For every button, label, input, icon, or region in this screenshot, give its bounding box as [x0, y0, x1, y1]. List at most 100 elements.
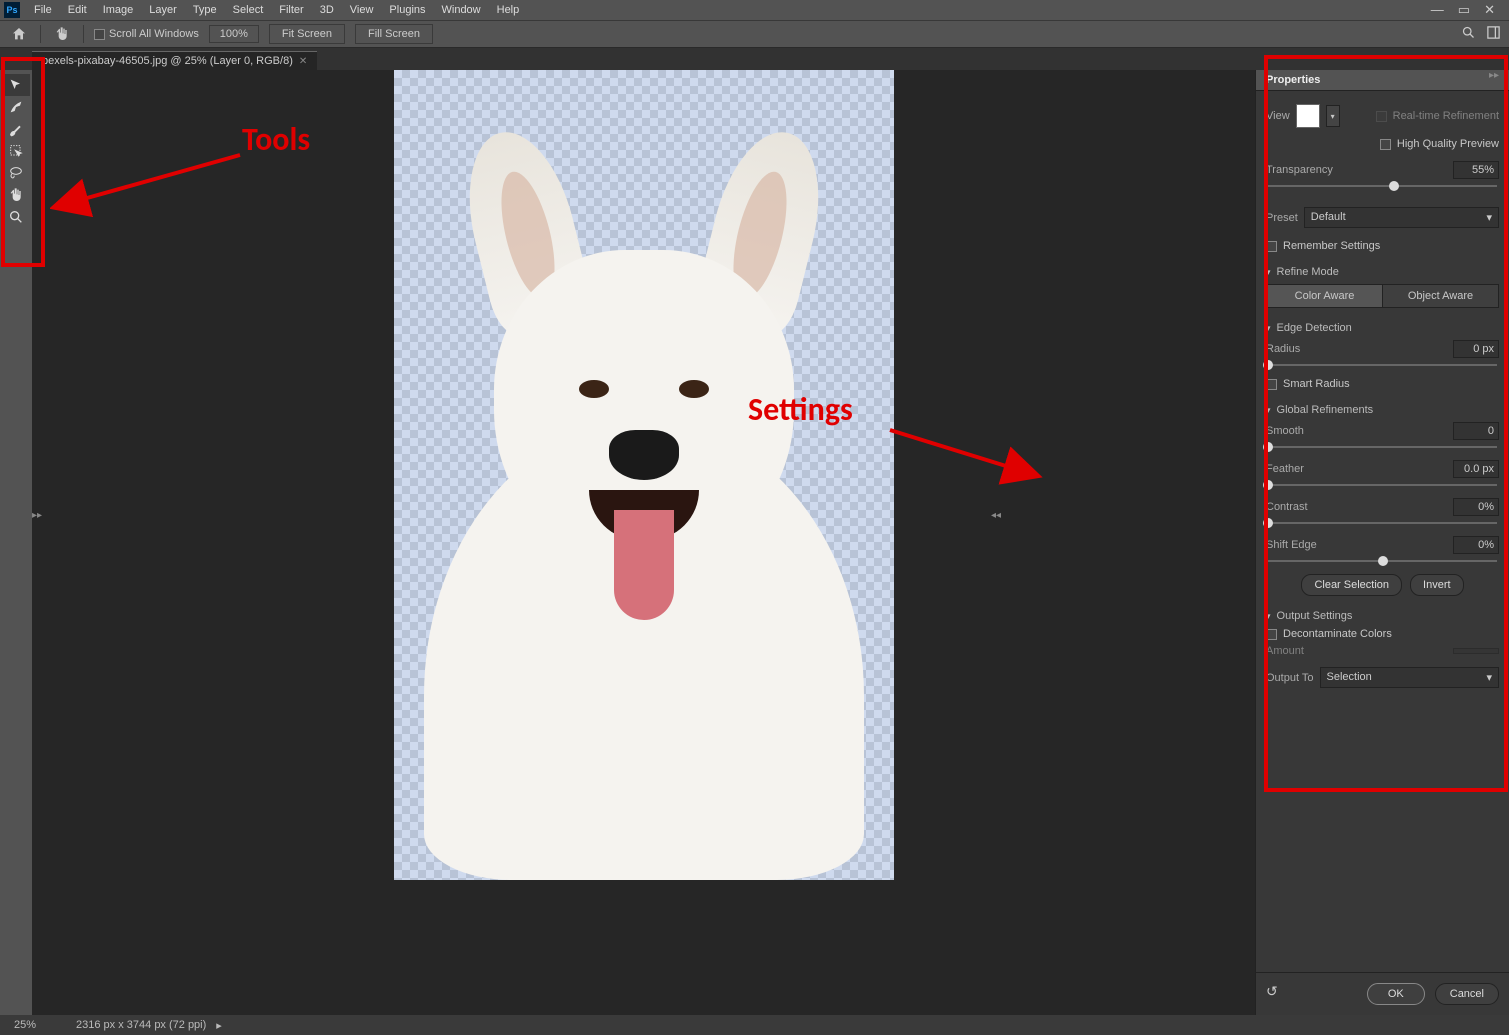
- divider: [83, 25, 84, 43]
- decontaminate-checkbox[interactable]: Decontaminate Colors: [1266, 628, 1499, 640]
- collapse-right-icon[interactable]: ◂◂: [991, 510, 1001, 521]
- tab-close-icon[interactable]: ✕: [299, 56, 307, 67]
- document-tab[interactable]: pexels-pixabay-46505.jpg @ 25% (Layer 0,…: [32, 51, 317, 70]
- feather-label: Feather: [1266, 463, 1304, 475]
- preset-dropdown[interactable]: Default ▾: [1304, 207, 1499, 228]
- fit-screen-button[interactable]: Fit Screen: [269, 24, 345, 44]
- zoom-value[interactable]: 100%: [209, 25, 259, 43]
- shift-edge-slider[interactable]: [1268, 560, 1497, 562]
- hand-icon[interactable]: [51, 24, 73, 44]
- properties-tab[interactable]: Properties: [1256, 70, 1509, 91]
- quick-select-tool[interactable]: [2, 74, 30, 96]
- lasso-tool[interactable]: [2, 162, 30, 184]
- fill-screen-button[interactable]: Fill Screen: [355, 24, 433, 44]
- menu-bar: Ps File Edit Image Layer Type Select Fil…: [0, 0, 1509, 20]
- collapse-panel-icon[interactable]: ▸▸: [1489, 70, 1499, 81]
- toolbar: [0, 70, 32, 1015]
- menu-select[interactable]: Select: [225, 2, 272, 18]
- smooth-label: Smooth: [1266, 425, 1304, 437]
- transparency-value[interactable]: 55%: [1453, 161, 1499, 179]
- radius-value[interactable]: 0 px: [1453, 340, 1499, 358]
- chevron-down-icon: ▾: [1266, 611, 1271, 622]
- hand-tool[interactable]: [2, 184, 30, 206]
- hq-preview-checkbox[interactable]: High Quality Preview: [1380, 138, 1499, 150]
- view-thumbnail[interactable]: [1296, 104, 1320, 128]
- menu-type[interactable]: Type: [185, 2, 225, 18]
- object-aware-button[interactable]: Object Aware: [1382, 285, 1498, 307]
- refine-mode-section[interactable]: ▾ Refine Mode: [1266, 266, 1499, 278]
- cancel-button[interactable]: Cancel: [1435, 983, 1499, 1005]
- chevron-down-icon: ▾: [1486, 671, 1492, 684]
- contrast-label: Contrast: [1266, 501, 1308, 513]
- refine-mode-label: Refine Mode: [1277, 266, 1339, 278]
- global-label: Global Refinements: [1277, 404, 1374, 416]
- output-to-value: Selection: [1327, 671, 1372, 684]
- menu-layer[interactable]: Layer: [141, 2, 185, 18]
- home-icon[interactable]: [8, 24, 30, 44]
- document-canvas[interactable]: [394, 70, 894, 880]
- ok-button[interactable]: OK: [1367, 983, 1425, 1005]
- chevron-down-icon: ▾: [1486, 211, 1492, 224]
- minimize-icon[interactable]: —: [1431, 2, 1444, 18]
- zoom-tool[interactable]: [2, 206, 30, 228]
- preset-value: Default: [1311, 211, 1346, 224]
- workspace-switcher-icon[interactable]: [1486, 25, 1501, 43]
- app-icon: Ps: [4, 2, 20, 18]
- menu-window[interactable]: Window: [434, 2, 489, 18]
- status-zoom[interactable]: 25%: [14, 1019, 36, 1031]
- feather-slider[interactable]: [1268, 484, 1497, 486]
- realtime-label: Real-time Refinement: [1393, 110, 1499, 122]
- smooth-slider[interactable]: [1268, 446, 1497, 448]
- invert-button[interactable]: Invert: [1410, 574, 1464, 596]
- shift-edge-value[interactable]: 0%: [1453, 536, 1499, 554]
- color-aware-button[interactable]: Color Aware: [1267, 285, 1382, 307]
- menu-plugins[interactable]: Plugins: [381, 2, 433, 18]
- search-icon[interactable]: [1461, 25, 1476, 43]
- menu-file[interactable]: File: [26, 2, 60, 18]
- status-dims[interactable]: 2316 px x 3744 px (72 ppi): [76, 1019, 206, 1031]
- refine-edge-brush-tool[interactable]: [2, 96, 30, 118]
- feather-value[interactable]: 0.0 px: [1453, 460, 1499, 478]
- smooth-value[interactable]: 0: [1453, 422, 1499, 440]
- decontaminate-label: Decontaminate Colors: [1283, 628, 1392, 640]
- chevron-down-icon: ▾: [1266, 267, 1271, 278]
- scroll-all-checkbox[interactable]: Scroll All Windows: [94, 28, 199, 40]
- options-bar: Scroll All Windows 100% Fit Screen Fill …: [0, 20, 1509, 48]
- remember-checkbox[interactable]: Remember Settings: [1266, 240, 1499, 252]
- clear-selection-button[interactable]: Clear Selection: [1301, 574, 1402, 596]
- transparency-label: Transparency: [1266, 164, 1333, 176]
- object-select-tool[interactable]: [2, 140, 30, 162]
- output-settings-label: Output Settings: [1277, 610, 1353, 622]
- view-dropdown-icon[interactable]: ▾: [1326, 105, 1340, 127]
- maximize-icon[interactable]: ▭: [1458, 2, 1470, 18]
- collapse-left-icon[interactable]: ▸▸: [32, 510, 42, 521]
- view-label: View: [1266, 110, 1290, 122]
- menu-filter[interactable]: Filter: [271, 2, 311, 18]
- realtime-checkbox[interactable]: Real-time Refinement: [1376, 110, 1499, 122]
- status-arrow-icon[interactable]: ▸: [216, 1019, 222, 1032]
- brush-tool[interactable]: [2, 118, 30, 140]
- menu-image[interactable]: Image: [95, 2, 142, 18]
- transparency-slider[interactable]: [1268, 185, 1497, 187]
- contrast-slider[interactable]: [1268, 522, 1497, 524]
- smart-radius-checkbox[interactable]: Smart Radius: [1266, 378, 1499, 390]
- scroll-all-label: Scroll All Windows: [109, 28, 199, 40]
- properties-panel: ▸▸ Properties View ▾ Real-time Refinemen…: [1255, 70, 1509, 1015]
- menu-edit[interactable]: Edit: [60, 2, 95, 18]
- close-icon[interactable]: ✕: [1484, 2, 1495, 18]
- amount-label: Amount: [1266, 645, 1304, 657]
- chevron-down-icon: ▾: [1266, 323, 1271, 334]
- output-to-dropdown[interactable]: Selection ▾: [1320, 667, 1500, 688]
- edge-detection-section[interactable]: ▾Edge Detection: [1266, 322, 1499, 334]
- menu-view[interactable]: View: [342, 2, 382, 18]
- global-refinements-section[interactable]: ▾Global Refinements: [1266, 404, 1499, 416]
- menu-help[interactable]: Help: [489, 2, 528, 18]
- hq-label: High Quality Preview: [1397, 138, 1499, 150]
- menu-3d[interactable]: 3D: [312, 2, 342, 18]
- output-settings-section[interactable]: ▾ Output Settings: [1266, 610, 1499, 622]
- remember-label: Remember Settings: [1283, 240, 1380, 252]
- canvas-area[interactable]: ▸▸ ◂◂: [32, 70, 1255, 1015]
- reset-icon[interactable]: ↺: [1266, 983, 1278, 1005]
- contrast-value[interactable]: 0%: [1453, 498, 1499, 516]
- radius-slider[interactable]: [1268, 364, 1497, 366]
